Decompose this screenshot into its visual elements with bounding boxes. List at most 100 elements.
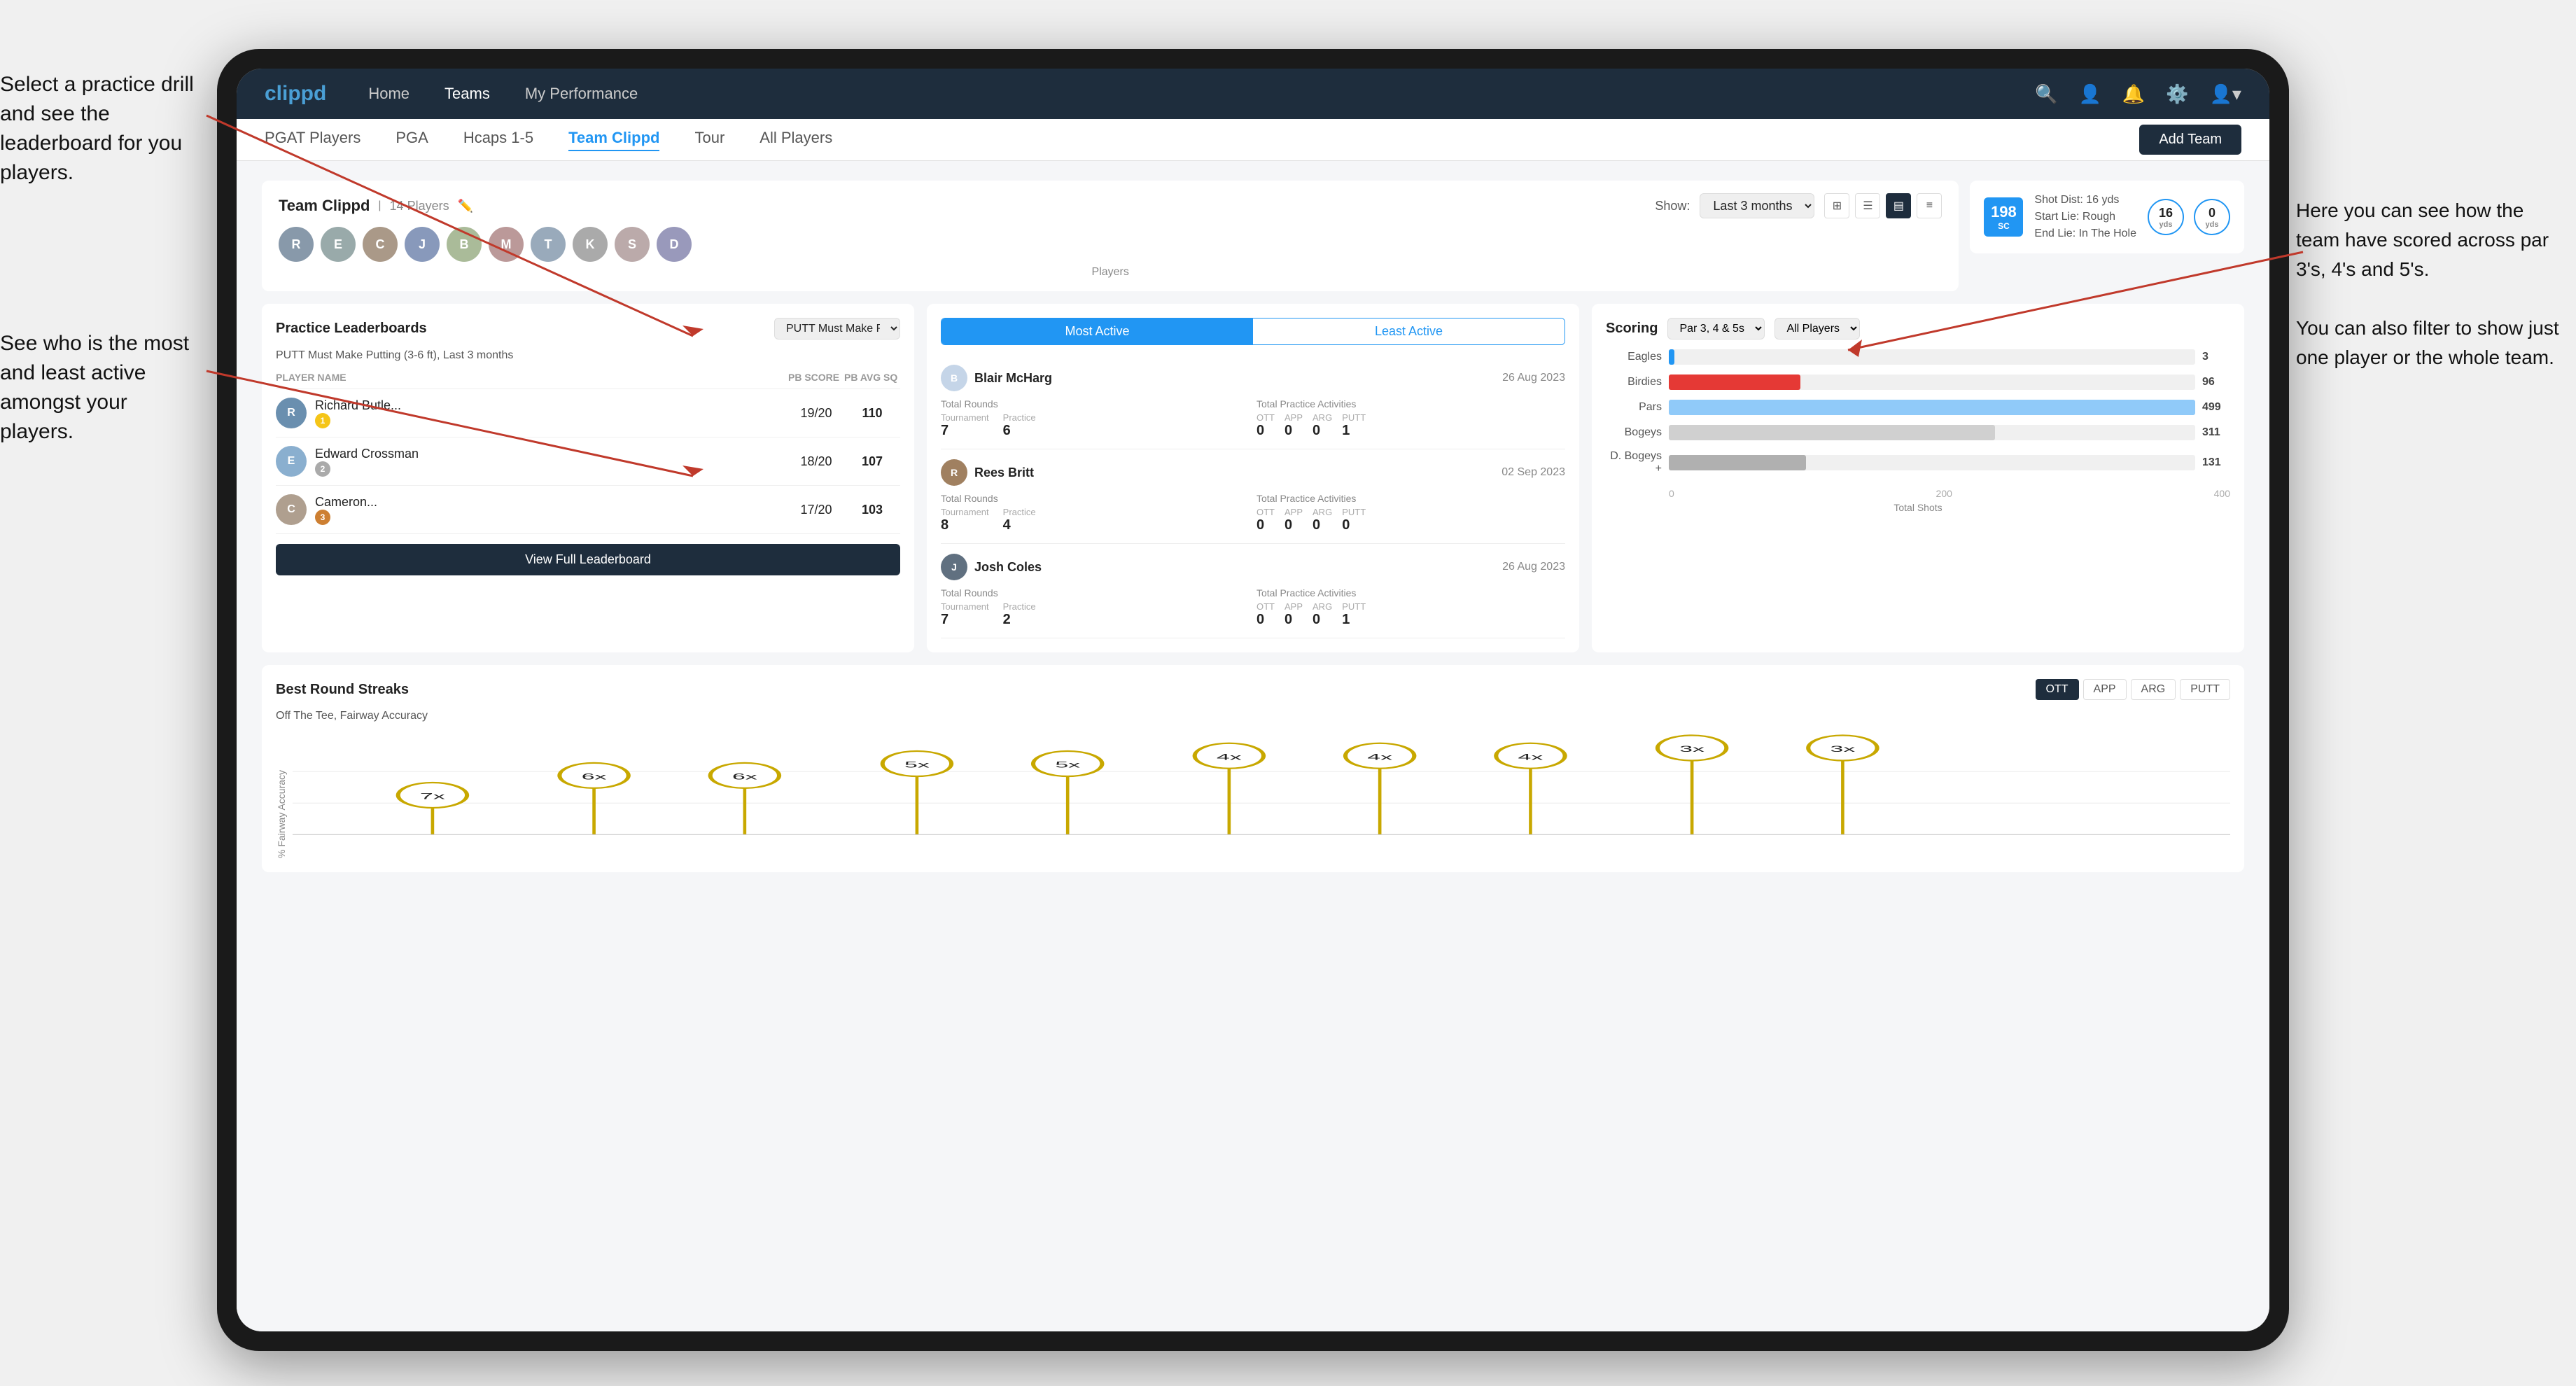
search-icon[interactable]: 🔍 bbox=[2035, 83, 2057, 105]
svg-text:4x: 4x bbox=[1518, 752, 1544, 762]
svg-text:7x: 7x bbox=[420, 792, 445, 802]
avatar-1[interactable]: R bbox=[279, 227, 314, 262]
annotation-right: Here you can see how the team have score… bbox=[2296, 196, 2562, 372]
lb-name-3: Cameron... bbox=[315, 495, 377, 510]
subnav-hcaps[interactable]: Hcaps 1-5 bbox=[463, 129, 533, 151]
shot-circles: 16 yds 0 yds bbox=[2148, 199, 2230, 235]
scoring-filter-par[interactable]: Par 3, 4 & 5s bbox=[1667, 318, 1765, 340]
scoring-card: Scoring Par 3, 4 & 5s All Players Eagles bbox=[1592, 304, 2244, 652]
nav-my-performance[interactable]: My Performance bbox=[525, 85, 638, 103]
lb-player-3: C Cameron... 3 bbox=[276, 494, 788, 525]
activity-player-rees: R Rees Britt 02 Sep 2023 Total Rounds To… bbox=[941, 449, 1565, 544]
bar-track-pars bbox=[1669, 400, 2195, 415]
avatar-8[interactable]: K bbox=[573, 227, 608, 262]
team-name: Team Clippd bbox=[279, 197, 370, 215]
drill-select[interactable]: PUTT Must Make Putt... bbox=[774, 318, 900, 340]
activity-tabs: Most Active Least Active bbox=[941, 318, 1565, 345]
lb-badge-3: 3 bbox=[315, 510, 330, 525]
lb-avatar-1: R bbox=[276, 398, 307, 428]
scoring-filter-players[interactable]: All Players bbox=[1774, 318, 1860, 340]
bar-fill-pars bbox=[1669, 400, 2195, 415]
bar-fill-dbogeys bbox=[1669, 455, 1806, 470]
table-row: R Richard Butle... 1 19/20 110 bbox=[276, 389, 900, 438]
avatar-5[interactable]: B bbox=[447, 227, 482, 262]
avatar-2[interactable]: E bbox=[321, 227, 356, 262]
chart-xlabel: Total Shots bbox=[1606, 502, 2230, 513]
shot-info-card: 198 SC Shot Dist: 16 yds Start Lie: Roug… bbox=[1970, 181, 2244, 253]
streak-filter-ott[interactable]: OTT bbox=[2036, 679, 2079, 700]
brand-logo: clippd bbox=[265, 82, 326, 106]
avatar-3[interactable]: C bbox=[363, 227, 398, 262]
navbar: clippd Home Teams My Performance 🔍 👤 🔔 ⚙… bbox=[237, 69, 2269, 119]
activity-card: Most Active Least Active B Blair McHarg … bbox=[927, 304, 1579, 652]
avatar-7[interactable]: T bbox=[531, 227, 566, 262]
bar-row-eagles: Eagles 3 bbox=[1606, 349, 2230, 365]
player-avatars: R E C J B M T K S D bbox=[279, 227, 1942, 262]
subnav-all-players[interactable]: All Players bbox=[760, 129, 832, 151]
bar-label-bogeys: Bogeys bbox=[1606, 426, 1662, 439]
settings-icon[interactable]: ⚙️ bbox=[2166, 83, 2188, 105]
shot-details: Shot Dist: 16 yds Start Lie: Rough End L… bbox=[2034, 192, 2136, 242]
nav-home[interactable]: Home bbox=[368, 85, 410, 103]
col-player-name: PLAYER NAME bbox=[276, 372, 788, 383]
subnav-tour[interactable]: Tour bbox=[694, 129, 724, 151]
team-separator: | bbox=[378, 200, 381, 212]
activity-player-blair: B Blair McHarg 26 Aug 2023 Total Rounds … bbox=[941, 355, 1565, 449]
total-rounds-label-1: Total Rounds bbox=[941, 398, 1250, 410]
navbar-links: Home Teams My Performance bbox=[368, 85, 2035, 103]
streak-filter-putt[interactable]: PUTT bbox=[2180, 679, 2230, 700]
lb-score-1: 19/20 bbox=[788, 406, 844, 421]
lb-score-2: 18/20 bbox=[788, 454, 844, 469]
y-axis-label: % Fairway Accuracy bbox=[276, 732, 287, 858]
bar-fill-bogeys bbox=[1669, 425, 1995, 440]
subnav-team-clippd[interactable]: Team Clippd bbox=[568, 129, 659, 151]
avatar-9[interactable]: S bbox=[615, 227, 650, 262]
drill-subtitle: PUTT Must Make Putting (3-6 ft), Last 3 … bbox=[276, 349, 900, 362]
people-icon[interactable]: 👤 bbox=[2078, 83, 2101, 105]
avatar-4[interactable]: J bbox=[405, 227, 440, 262]
nav-teams[interactable]: Teams bbox=[444, 85, 490, 103]
view-full-leaderboard-button[interactable]: View Full Leaderboard bbox=[276, 544, 900, 575]
activity-avatar-josh: J bbox=[941, 554, 967, 580]
avatar-6[interactable]: M bbox=[489, 227, 524, 262]
activity-date-josh: 26 Aug 2023 bbox=[1502, 561, 1565, 573]
subnav: PGAT Players PGA Hcaps 1-5 Team Clippd T… bbox=[237, 119, 2269, 161]
view-icons: ⊞ ☰ ▤ ≡ bbox=[1824, 193, 1942, 218]
add-team-button[interactable]: Add Team bbox=[2139, 125, 2241, 155]
bar-row-dbogeys: D. Bogeys + 131 bbox=[1606, 450, 2230, 475]
lb-player-1: R Richard Butle... 1 bbox=[276, 398, 788, 428]
streak-filter-arg[interactable]: ARG bbox=[2131, 679, 2176, 700]
view-card-icon[interactable]: ▤ bbox=[1886, 193, 1911, 218]
bar-row-birdies: Birdies 96 bbox=[1606, 374, 2230, 390]
view-list-icon[interactable]: ☰ bbox=[1855, 193, 1880, 218]
edit-icon[interactable]: ✏️ bbox=[458, 199, 473, 214]
streaks-chart-svg: 7x 6x 6x 5x 5x bbox=[293, 732, 2230, 858]
scoring-title: Scoring bbox=[1606, 321, 1658, 337]
activity-name-josh: Josh Coles bbox=[974, 560, 1042, 575]
shot-circle-right: 0 yds bbox=[2194, 199, 2230, 235]
bar-row-bogeys: Bogeys 311 bbox=[1606, 425, 2230, 440]
user-avatar-icon[interactable]: 👤▾ bbox=[2210, 83, 2241, 105]
streak-filter-app[interactable]: APP bbox=[2083, 679, 2127, 700]
show-select[interactable]: Last 3 months bbox=[1700, 193, 1814, 218]
bar-label-eagles: Eagles bbox=[1606, 351, 1662, 363]
view-table-icon[interactable]: ≡ bbox=[1917, 193, 1942, 218]
lb-avg-3: 103 bbox=[844, 503, 900, 517]
bar-label-dbogeys: D. Bogeys + bbox=[1606, 450, 1662, 475]
team-info-card: Team Clippd | 14 Players ✏️ Show: Last 3… bbox=[262, 181, 1959, 291]
streaks-subtitle: Off The Tee, Fairway Accuracy bbox=[276, 710, 2230, 722]
view-grid-icon[interactable]: ⊞ bbox=[1824, 193, 1849, 218]
lb-player-2: E Edward Crossman 2 bbox=[276, 446, 788, 477]
avatar-10[interactable]: D bbox=[657, 227, 692, 262]
tab-most-active[interactable]: Most Active bbox=[941, 318, 1253, 344]
activity-date-blair: 26 Aug 2023 bbox=[1502, 372, 1565, 384]
bar-label-birdies: Birdies bbox=[1606, 376, 1662, 388]
tab-least-active[interactable]: Least Active bbox=[1253, 318, 1564, 344]
bell-icon[interactable]: 🔔 bbox=[2122, 83, 2145, 105]
main-content: Team Clippd | 14 Players ✏️ Show: Last 3… bbox=[237, 161, 2269, 1331]
lb-avatar-3: C bbox=[276, 494, 307, 525]
subnav-pgat[interactable]: PGAT Players bbox=[265, 129, 360, 151]
svg-text:4x: 4x bbox=[1367, 752, 1392, 762]
subnav-pga[interactable]: PGA bbox=[396, 129, 428, 151]
svg-text:6x: 6x bbox=[732, 772, 757, 782]
